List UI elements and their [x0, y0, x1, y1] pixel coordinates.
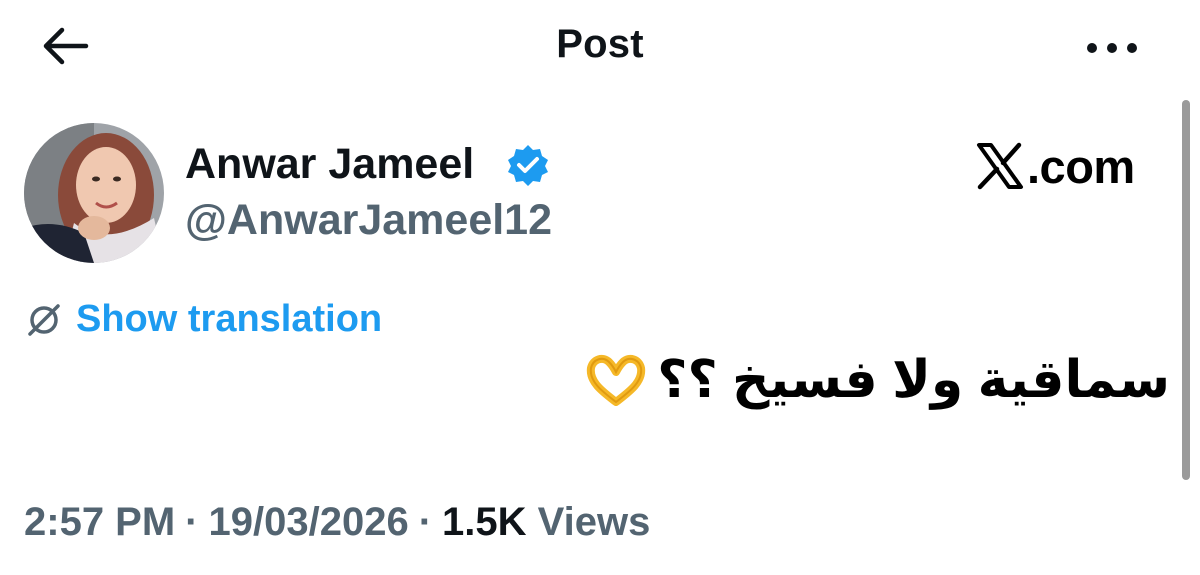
brand-text: .com — [1027, 139, 1135, 193]
views-label: Views — [537, 500, 651, 544]
author-display-name[interactable]: Anwar Jameel — [185, 140, 474, 189]
avatar[interactable] — [24, 123, 164, 263]
post-date[interactable]: 19/03/2026 — [209, 500, 409, 544]
more-button[interactable] — [1080, 28, 1144, 68]
heart-hands-emoji — [587, 354, 646, 406]
show-translation-label: Show translation — [76, 298, 383, 340]
post-body: سماقية ولا فسيخ ؟؟ — [657, 351, 1170, 409]
top-bar: Post — [0, 0, 1200, 92]
meta-separator: · — [418, 500, 433, 544]
views-count[interactable]: 1.5K — [442, 500, 527, 544]
verified-badge-icon — [508, 145, 548, 186]
more-horizontal-icon — [1087, 43, 1137, 53]
scrollbar[interactable] — [1182, 100, 1190, 480]
post-text: سماقية ولا فسيخ ؟؟ — [585, 350, 1170, 410]
post-meta: 2:57 PM · 19/03/2026 · 1.5K Views — [24, 500, 650, 545]
avatar-image — [24, 123, 164, 263]
show-translation-link[interactable]: Show translation — [24, 298, 382, 341]
brand-watermark: .com — [975, 138, 1135, 194]
post-time[interactable]: 2:57 PM — [24, 500, 175, 544]
meta-separator: · — [185, 500, 199, 544]
x-logo-icon — [977, 142, 1023, 190]
globe-slash-icon — [28, 303, 60, 336]
author-handle[interactable]: @AnwarJameel12 — [185, 196, 552, 245]
page-title: Post — [556, 22, 644, 66]
